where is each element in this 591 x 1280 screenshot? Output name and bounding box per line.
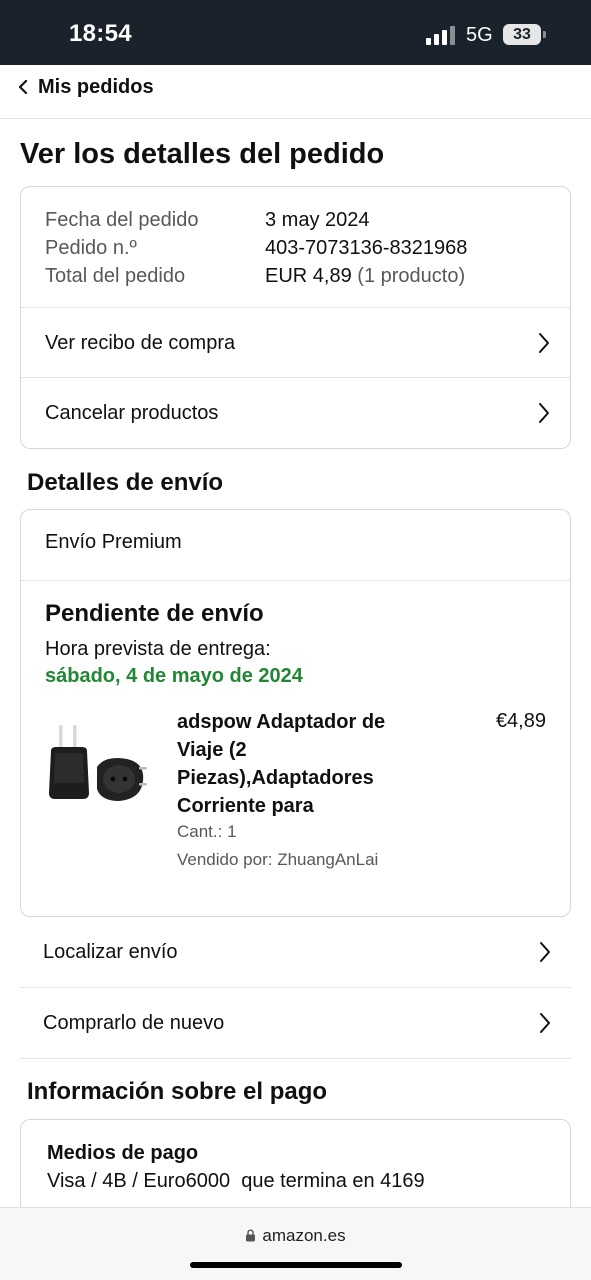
product-seller: Vendido por: ZhuangAnLai [177,850,379,869]
battery-icon: 33 [503,24,541,45]
cancel-items-label: Cancelar productos [45,401,219,424]
order-number-value: 403-7073136-8321968 [265,237,468,259]
divider [21,580,570,581]
delivery-eta-date: sábado, 4 de mayo de 2024 [45,665,303,687]
chevron-right-icon [540,1013,550,1033]
order-total-label: Total del pedido [45,265,186,287]
chevron-right-icon [539,403,549,423]
order-number-row: Pedido n.º 403-7073136-8321968 [45,234,467,262]
product-title-link[interactable]: adspow Adaptador de Viaje (2 Piezas),Ada… [177,708,417,820]
shipping-method: Envío Premium [45,531,182,553]
cancel-items-link[interactable]: Cancelar productos [21,377,570,448]
nav-header: Mis pedidos [0,65,591,119]
back-label: Mis pedidos [38,75,154,98]
order-date-row: Fecha del pedido 3 may 2024 [45,206,467,234]
order-total-amount: EUR 4,89 [265,265,352,287]
buy-again-link[interactable]: Comprarlo de nuevo [20,988,571,1059]
status-time: 18:54 [69,20,132,47]
url-text: amazon.es [262,1226,346,1245]
delivery-eta-label: Hora prevista de entrega: [45,638,271,660]
order-date-label: Fecha del pedido [45,209,199,231]
order-item-count: (1 producto) [357,265,466,287]
shipment-card: Envío Premium Pendiente de envío Hora pr… [20,509,571,917]
home-indicator[interactable] [190,1262,402,1268]
browser-address-bar[interactable]: amazon.es [0,1207,591,1280]
order-date-value: 3 may 2024 [265,209,370,231]
order-info: Fecha del pedido 3 may 2024 Pedido n.º 4… [45,206,467,290]
track-package-link[interactable]: Localizar envío [20,917,571,988]
payment-methods-value: Visa / 4B / Euro6000 que termina en 4169 [47,1170,425,1192]
network-type: 5G [466,24,493,46]
lock-icon [246,1229,256,1242]
payment-section-title: Información sobre el pago [27,1078,328,1105]
product-quantity: Cant.: 1 [177,822,237,841]
shipment-status: Pendiente de envío [45,600,264,627]
battery-tip [543,31,546,38]
track-package-label: Localizar envío [43,940,178,963]
payment-methods-title: Medios de pago [47,1142,199,1164]
product-price: €4,89 [495,710,546,732]
chevron-left-icon [18,80,28,94]
shipping-section-title: Detalles de envío [27,469,224,496]
page-title: Ver los detalles del pedido [20,138,385,170]
order-total-value: EUR 4,89 (1 producto) [265,262,465,290]
order-total-row: Total del pedido EUR 4,89 (1 producto) [45,262,467,290]
url-display[interactable]: amazon.es [0,1226,591,1246]
order-number-label: Pedido n.º [45,237,137,259]
view-receipt-link[interactable]: Ver recibo de compra [21,307,570,378]
cellular-signal-icon [426,25,456,45]
buy-again-label: Comprarlo de nuevo [43,1011,225,1034]
travel-adapter-image[interactable] [47,723,149,807]
view-receipt-label: Ver recibo de compra [45,331,236,354]
back-button[interactable]: Mis pedidos [18,65,154,109]
chevron-right-icon [539,333,549,353]
status-bar: 18:54 5G 33 [0,0,591,65]
order-summary-card: Fecha del pedido 3 may 2024 Pedido n.º 4… [20,186,571,449]
chevron-right-icon [540,942,550,962]
